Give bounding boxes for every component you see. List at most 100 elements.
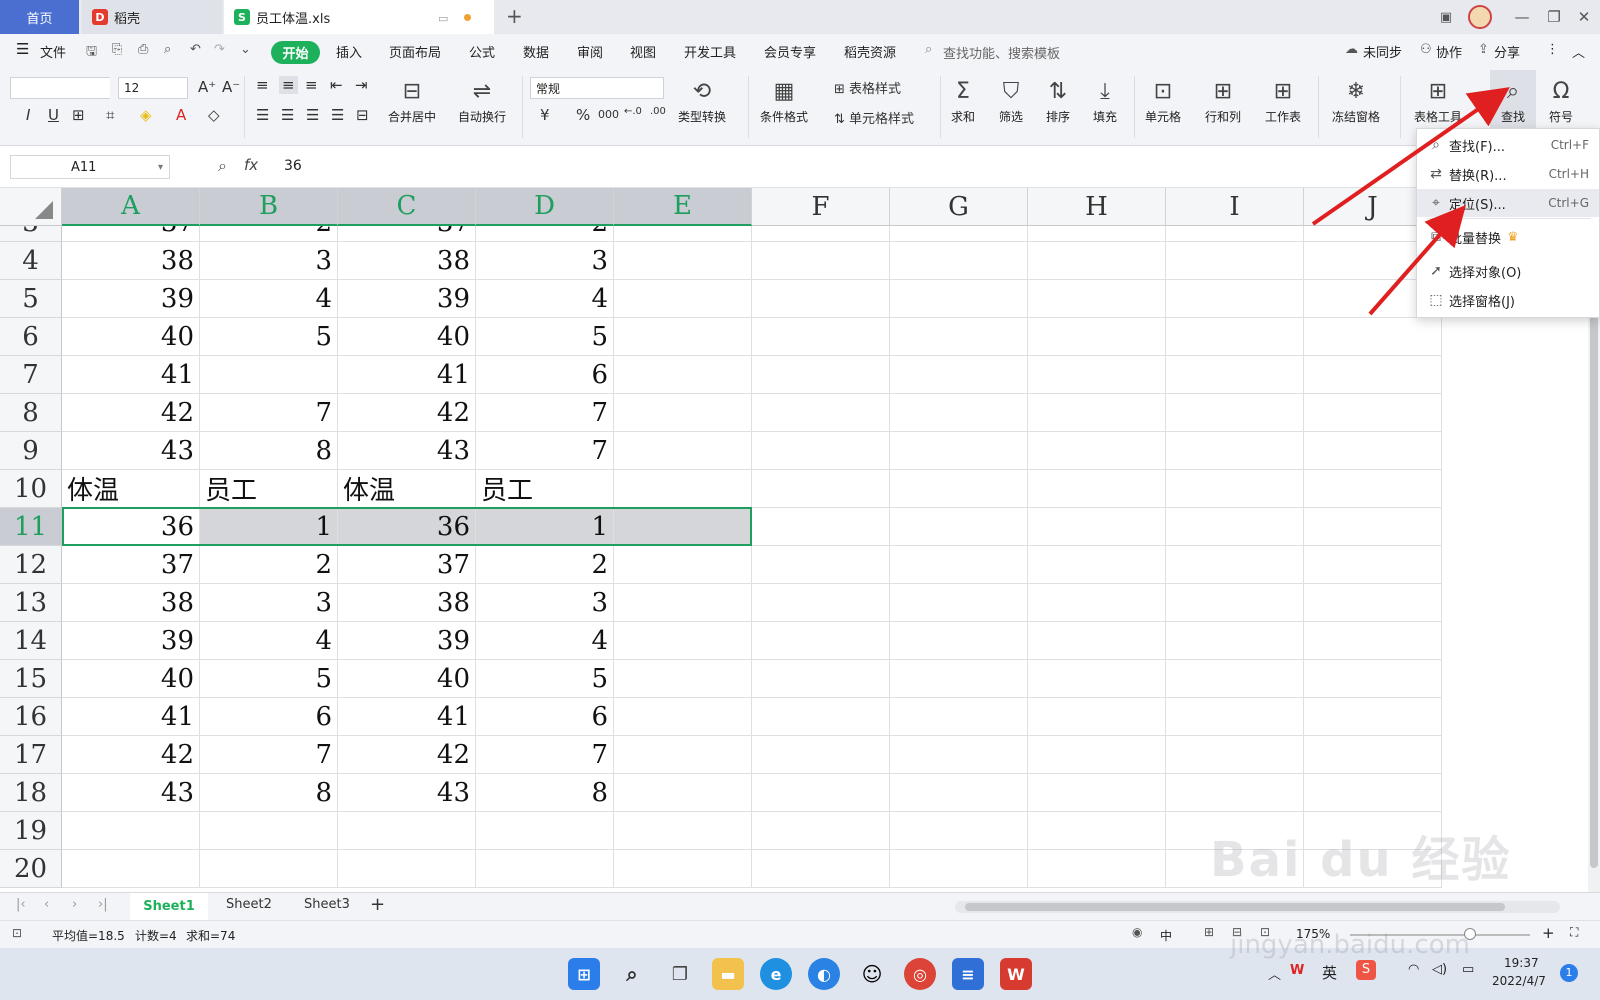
cell-f19[interactable] [752, 812, 890, 850]
cell-b19[interactable] [200, 812, 338, 850]
cell-g7[interactable] [890, 356, 1028, 394]
cell-b7[interactable] [200, 356, 338, 394]
cell-g16[interactable] [890, 698, 1028, 736]
fill-button[interactable]: ⤓ 填充 [1090, 76, 1120, 125]
last-sheet-icon[interactable]: ›| [98, 897, 108, 912]
italic-icon[interactable]: I [26, 106, 30, 124]
conditional-format-button[interactable]: ▦ 条件格式 [760, 76, 808, 125]
cell-i17[interactable] [1166, 736, 1304, 774]
cell-a18[interactable]: 43 [62, 774, 200, 812]
cell-d14[interactable]: 4 [476, 622, 614, 660]
sheet-tab-3[interactable]: Sheet3 [304, 897, 350, 912]
column-header-a[interactable]: A [62, 188, 200, 226]
cell-c16[interactable]: 41 [338, 698, 476, 736]
cell-c20[interactable] [338, 850, 476, 888]
wifi-icon[interactable]: ◠ [1408, 962, 1419, 977]
find-button[interactable]: ⌕ 查找 [1490, 70, 1536, 128]
normal-view-icon[interactable]: ⊞ [1204, 925, 1214, 939]
row-header-6[interactable]: 6 [0, 318, 62, 356]
cell-e10[interactable] [614, 470, 752, 508]
cell-b9[interactable]: 8 [200, 432, 338, 470]
type-convert-button[interactable]: ⟲ 类型转换 [678, 76, 726, 125]
cell-b20[interactable] [200, 850, 338, 888]
sync-status-button[interactable]: 未同步 [1363, 42, 1402, 61]
indent-increase-icon[interactable]: ⇥ [355, 76, 368, 94]
column-header-h[interactable]: H [1028, 188, 1166, 226]
cell-h14[interactable] [1028, 622, 1166, 660]
sum-button[interactable]: Σ 求和 [948, 76, 978, 125]
cell-h15[interactable] [1028, 660, 1166, 698]
fullscreen-icon[interactable]: ⛶ [1570, 925, 1578, 940]
cell-i14[interactable] [1166, 622, 1304, 660]
windows-start-icon[interactable]: ⊞ [568, 958, 600, 990]
wrap-text-button[interactable]: ⇌ 自动换行 [458, 76, 506, 125]
menu-item-find[interactable]: ⌕ 查找(F)... Ctrl+F [1417, 131, 1599, 159]
cell-c8[interactable]: 42 [338, 394, 476, 432]
cell-b6[interactable]: 5 [200, 318, 338, 356]
cell-i4[interactable] [1166, 242, 1304, 280]
qq-icon[interactable]: ☺ [856, 958, 888, 990]
align-top-icon[interactable]: ≡ [256, 76, 269, 94]
cell-b8[interactable]: 7 [200, 394, 338, 432]
first-sheet-icon[interactable]: |‹ [16, 897, 26, 912]
cell-h4[interactable] [1028, 242, 1166, 280]
row-header-14[interactable]: 14 [0, 622, 62, 660]
wps-tray-icon[interactable]: W [1290, 963, 1304, 978]
row-header-18[interactable]: 18 [0, 774, 62, 812]
cell-f16[interactable] [752, 698, 890, 736]
redo-icon[interactable]: ↷ [214, 42, 225, 57]
cell-b16[interactable]: 6 [200, 698, 338, 736]
cell-g10[interactable] [890, 470, 1028, 508]
column-header-d[interactable]: D [476, 188, 614, 226]
row-header-17[interactable]: 17 [0, 736, 62, 774]
cell-i7[interactable] [1166, 356, 1304, 394]
menu-item-locate[interactable]: ⌖ 定位(S)... Ctrl+G [1417, 189, 1599, 217]
video-app-icon[interactable]: ◐ [808, 958, 840, 990]
cell-g18[interactable] [890, 774, 1028, 812]
cell-b4[interactable]: 3 [200, 242, 338, 280]
cell-h13[interactable] [1028, 584, 1166, 622]
cell-g15[interactable] [890, 660, 1028, 698]
row-header-11[interactable]: 11 [0, 508, 62, 546]
chevron-up-icon[interactable]: ︿ [1268, 964, 1281, 983]
wps-icon[interactable]: W [1000, 958, 1032, 990]
row-header-20[interactable]: 20 [0, 850, 62, 888]
horizontal-scrollbar[interactable] [955, 901, 1560, 913]
cell-c7[interactable]: 41 [338, 356, 476, 394]
avatar[interactable] [1466, 4, 1494, 30]
column-header-f[interactable]: F [752, 188, 890, 226]
browser-e-icon[interactable]: e [760, 958, 792, 990]
cell-f17[interactable] [752, 736, 890, 774]
cell-i15[interactable] [1166, 660, 1304, 698]
volume-icon[interactable]: ◁) [1432, 962, 1447, 977]
align-bottom-icon[interactable]: ≡ [305, 76, 318, 94]
cell-g14[interactable] [890, 622, 1028, 660]
horizontal-scroll-thumb[interactable] [965, 903, 1505, 911]
cell-b15[interactable]: 5 [200, 660, 338, 698]
cell-h20[interactable] [1028, 850, 1166, 888]
more-icon[interactable]: ⋮ [1546, 42, 1559, 57]
justify-icon[interactable]: ☰ [331, 106, 344, 124]
cell-d16[interactable]: 6 [476, 698, 614, 736]
cell-g6[interactable] [890, 318, 1028, 356]
cell-i12[interactable] [1166, 546, 1304, 584]
formula-input[interactable]: 36 [284, 158, 302, 174]
menu-item-replace[interactable]: ⇄ 替换(R)... Ctrl+H [1417, 160, 1599, 188]
cell-i6[interactable] [1166, 318, 1304, 356]
merge-center-button[interactable]: ⊟ 合并居中 [388, 76, 436, 125]
sort-button[interactable]: ⇅ 排序 [1043, 76, 1073, 125]
cell-d9[interactable]: 7 [476, 432, 614, 470]
cell-f13[interactable] [752, 584, 890, 622]
border-icon[interactable]: ⊞ [72, 106, 85, 124]
cell-c17[interactable]: 42 [338, 736, 476, 774]
font-name-select[interactable] [10, 77, 110, 99]
cell-e15[interactable] [614, 660, 752, 698]
cell-e11[interactable] [614, 508, 752, 546]
share-button[interactable]: 分享 [1494, 42, 1520, 61]
cell-j16[interactable] [1304, 698, 1442, 736]
column-header-b[interactable]: B [200, 188, 338, 226]
increase-decimal-icon[interactable]: ←.0 [624, 106, 642, 117]
clock-date[interactable]: 2022/4/7 [1492, 974, 1546, 988]
cell-c9[interactable]: 43 [338, 432, 476, 470]
symbol-button[interactable]: Ω 符号 [1546, 76, 1576, 125]
